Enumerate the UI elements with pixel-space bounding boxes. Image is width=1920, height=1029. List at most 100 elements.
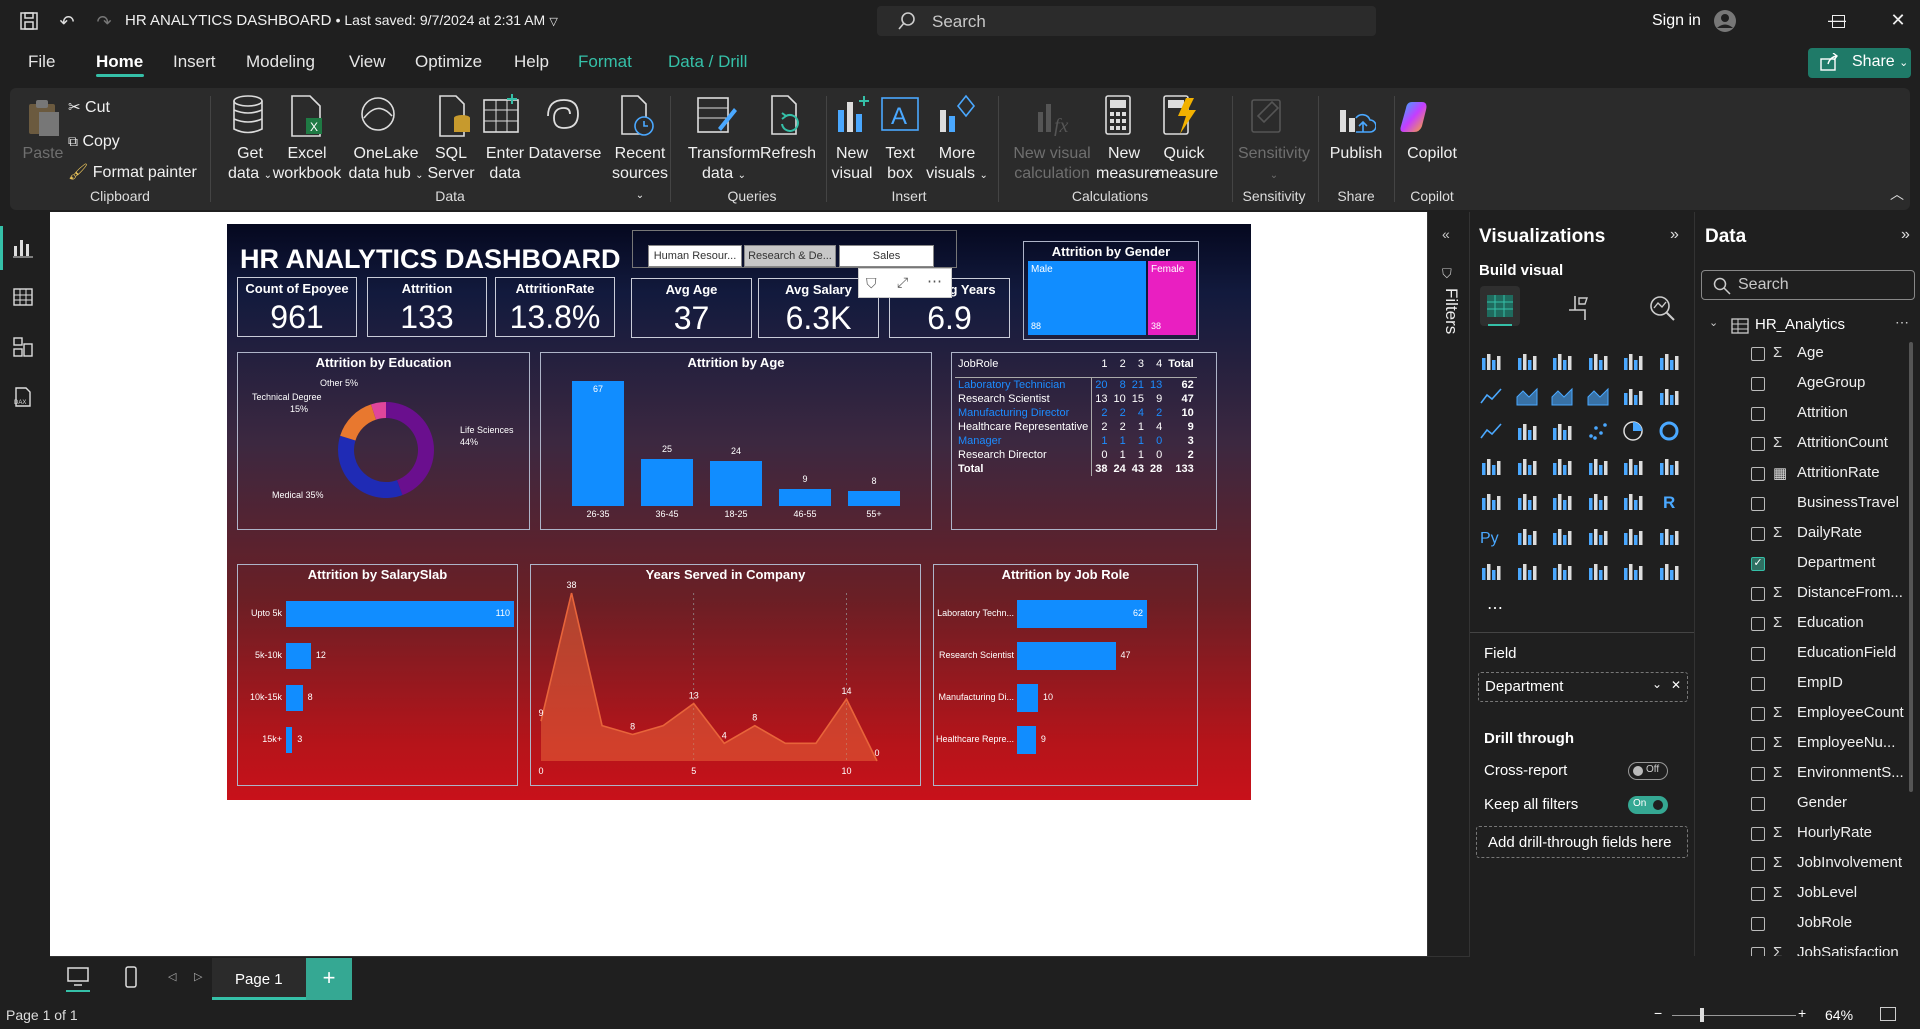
- document-title[interactable]: HR ANALYTICS DASHBOARD • Last saved: 9/7…: [125, 12, 558, 29]
- format-painter-button[interactable]: 🖌 Format painter: [68, 163, 197, 183]
- python-visual-visual-icon[interactable]: Py: [1480, 525, 1502, 547]
- field-checkbox[interactable]: [1751, 737, 1765, 751]
- filters-label[interactable]: Filters: [1441, 288, 1461, 334]
- new-visual-calculation-button[interactable]: New visual calculation: [1006, 144, 1098, 184]
- scatter-visual-icon[interactable]: [1587, 420, 1609, 442]
- close-icon[interactable]: ✕: [1886, 10, 1910, 34]
- refresh-button[interactable]: Refresh: [760, 144, 816, 164]
- azure-map-visual-icon[interactable]: [1587, 455, 1609, 477]
- field-item[interactable]: Σ JobSatisfaction: [1695, 942, 1905, 956]
- field-checkbox[interactable]: [1751, 407, 1765, 421]
- dax-query-view-icon[interactable]: DAX: [12, 386, 38, 410]
- decomposition-tree-visual-icon[interactable]: [1551, 525, 1573, 547]
- matrix-row[interactable]: Manager 1 1 1 0 3: [955, 434, 1197, 448]
- paste-button[interactable]: Paste: [22, 144, 64, 164]
- field-checkbox[interactable]: [1751, 707, 1765, 721]
- onelake-data-hub-button[interactable]: OneLake data hub ⌄: [346, 144, 426, 186]
- publish-button[interactable]: Publish: [1320, 144, 1392, 164]
- key-influencers-visual-icon[interactable]: [1516, 525, 1538, 547]
- format-visual-tab[interactable]: [1565, 294, 1593, 322]
- map-visual-icon[interactable]: [1516, 455, 1538, 477]
- menu-file[interactable]: File: [28, 52, 55, 72]
- matrix-header-cell[interactable]: JobRole: [955, 357, 1092, 378]
- save-icon[interactable]: [18, 10, 42, 34]
- gauge-visual-icon[interactable]: [1622, 455, 1644, 477]
- qa-visual-icon[interactable]: [1587, 525, 1609, 547]
- chevron-down-icon[interactable]: ⌄: [1652, 677, 1662, 691]
- field-checkbox[interactable]: [1751, 467, 1765, 481]
- 100-area-visual-icon[interactable]: [1587, 385, 1609, 407]
- r-visual-visual-icon[interactable]: R: [1658, 490, 1680, 512]
- line-clustered-column-visual-icon[interactable]: [1658, 385, 1680, 407]
- quick-measure-button[interactable]: Quick measure: [1156, 144, 1218, 184]
- field-checkbox[interactable]: [1751, 617, 1765, 631]
- field-item[interactable]: EducationField: [1695, 642, 1905, 666]
- field-item[interactable]: Σ JobLevel: [1695, 882, 1905, 906]
- card-visual-icon[interactable]: [1658, 455, 1680, 477]
- remove-field-icon[interactable]: ✕: [1671, 678, 1681, 692]
- fit-to-page-icon[interactable]: [1880, 1007, 1896, 1021]
- menu-view[interactable]: View: [349, 52, 386, 72]
- zoom-out-icon[interactable]: −: [1654, 1005, 1662, 1021]
- field-item[interactable]: ✓ Department: [1695, 552, 1905, 576]
- attrition-by-jobrole-visual[interactable]: Attrition by Job Role Laboratory Techn..…: [933, 564, 1198, 786]
- matrix-header-cell[interactable]: 4: [1147, 357, 1165, 378]
- field-checkbox[interactable]: [1751, 587, 1765, 601]
- paginated-report-visual-icon[interactable]: [1480, 560, 1502, 582]
- new-visual-button[interactable]: New visual: [828, 144, 876, 184]
- field-item[interactable]: Σ EnvironmentS...: [1695, 762, 1905, 786]
- donut-visual-icon[interactable]: [1658, 420, 1680, 442]
- zoom-in-icon[interactable]: +: [1798, 1005, 1806, 1021]
- field-item[interactable]: JobRole: [1695, 912, 1905, 936]
- menu-modeling[interactable]: Modeling: [246, 52, 315, 72]
- chevron-visual-icon[interactable]: [1658, 560, 1680, 582]
- line-column-visual-icon[interactable]: [1622, 385, 1644, 407]
- filled-map-visual-icon[interactable]: [1551, 455, 1573, 477]
- stacked-bar-visual-icon[interactable]: [1480, 350, 1502, 372]
- field-checkbox[interactable]: ✓: [1751, 557, 1765, 571]
- chevron-down-icon[interactable]: ⌄: [1709, 316, 1718, 329]
- more-visuals-button[interactable]: More visuals ⌄: [926, 144, 988, 186]
- more-options-icon[interactable]: ⋯: [1895, 314, 1909, 331]
- field-checkbox[interactable]: [1751, 497, 1765, 511]
- excel-workbook-button[interactable]: Excel workbook: [272, 144, 342, 184]
- kpi-card[interactable]: AttritionRate 13.8%: [495, 277, 615, 337]
- add-page-button[interactable]: +: [306, 958, 352, 1000]
- attrition-by-gender-visual[interactable]: Attrition by Gender Male 88 Female 38: [1023, 241, 1199, 340]
- undo-icon[interactable]: ↶: [55, 10, 79, 34]
- sql-server-button[interactable]: SQL Server: [426, 144, 476, 184]
- field-checkbox[interactable]: [1751, 887, 1765, 901]
- text-box-button[interactable]: Text box: [878, 144, 922, 184]
- treemap-tile-male[interactable]: Male 88: [1028, 261, 1146, 335]
- funnel-visual-icon[interactable]: [1551, 420, 1573, 442]
- field-checkbox[interactable]: [1751, 527, 1765, 541]
- kpi-card[interactable]: Attrition 133: [367, 277, 487, 337]
- trophy-visual-icon[interactable]: [1658, 525, 1680, 547]
- field-checkbox[interactable]: [1751, 827, 1765, 841]
- clustered-column-visual-icon[interactable]: [1587, 350, 1609, 372]
- keep-all-filters-toggle[interactable]: On: [1628, 796, 1668, 814]
- slicer-option-selected[interactable]: Research & De...: [744, 245, 836, 267]
- copilot-button[interactable]: Copilot: [1394, 144, 1470, 164]
- power-apps-visual-icon[interactable]: [1516, 560, 1538, 582]
- menu-optimize[interactable]: Optimize: [415, 52, 482, 72]
- focus-mode-icon[interactable]: ⤢: [897, 274, 908, 291]
- multi-row-card-visual-icon[interactable]: [1480, 490, 1502, 512]
- field-item[interactable]: Σ JobInvolvement: [1695, 852, 1905, 876]
- table-view-icon[interactable]: [12, 286, 38, 310]
- field-checkbox[interactable]: [1751, 797, 1765, 811]
- sensitivity-button[interactable]: Sensitivity ⌄: [1232, 144, 1316, 186]
- 100-bar-visual-icon[interactable]: [1622, 350, 1644, 372]
- get-data-button[interactable]: Get data ⌄: [222, 144, 278, 186]
- filters-pane-collapsed[interactable]: « ⛉ Filters: [1427, 212, 1469, 956]
- department-slicer[interactable]: Human Resour... Research & De... Sales: [632, 230, 957, 268]
- menu-home[interactable]: Home: [96, 52, 143, 72]
- diamond-visual-icon[interactable]: [1622, 560, 1644, 582]
- matrix-header-cell[interactable]: 1: [1092, 357, 1111, 378]
- field-item[interactable]: Attrition: [1695, 402, 1905, 426]
- expand-filters-icon[interactable]: «: [1442, 226, 1450, 242]
- maximize-icon[interactable]: [1832, 15, 1845, 28]
- slicer-visual-icon[interactable]: [1551, 490, 1573, 512]
- matrix-row[interactable]: Manufacturing Director 2 2 4 2 10: [955, 406, 1197, 420]
- previous-page-icon[interactable]: ◁: [168, 970, 176, 983]
